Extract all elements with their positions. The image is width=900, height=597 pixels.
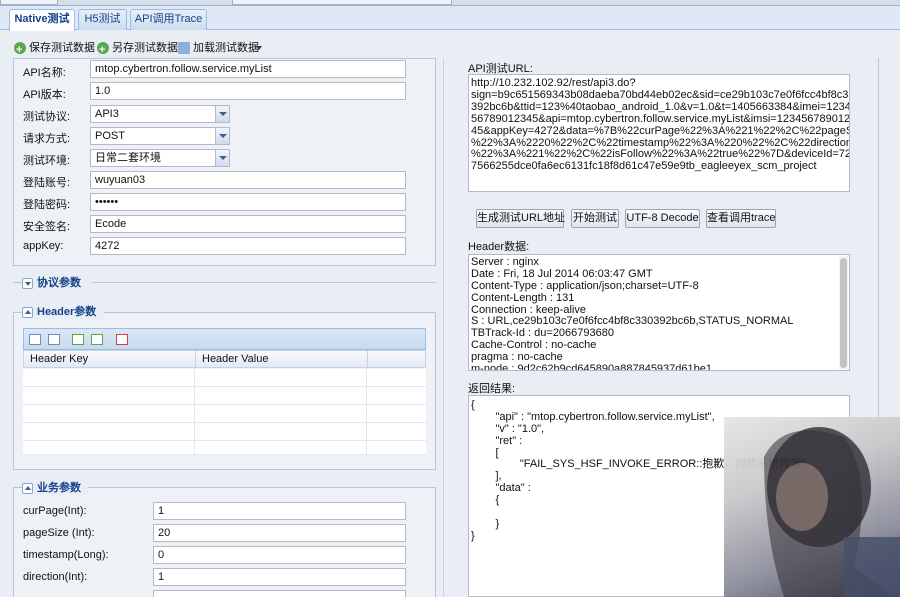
protocol-params-legend[interactable]: 协议参数 [22, 276, 92, 290]
top-tab-stub[interactable] [232, 0, 452, 5]
api-version-input[interactable]: 1.0 [90, 82, 406, 100]
api-form-panel: API名称: mtop.cybertron.follow.service.myL… [13, 58, 436, 266]
direction-label: direction(Int): [23, 571, 88, 583]
api-name-label: API名称: [23, 67, 66, 79]
password-label: 登陆密码: [23, 199, 71, 211]
pagesize-input[interactable]: 20 [153, 524, 406, 542]
scrollbar[interactable] [839, 256, 848, 369]
appkey-label: appKey: [23, 240, 64, 252]
header-data-textarea[interactable]: Server : nginx Date : Fri, 18 Jul 2014 06… [468, 254, 850, 371]
table-row[interactable] [23, 369, 426, 387]
signature-input[interactable]: Ecode [90, 215, 406, 233]
table-row[interactable] [23, 441, 426, 455]
url-line: 7566255dce0fa6ec6131fc18f8d61c47e59e9tb_… [471, 160, 817, 173]
timestamp-label: timestamp(Long): [23, 549, 109, 561]
move-up-icon[interactable] [29, 334, 41, 345]
save-as-button[interactable]: 另存测试数据 [97, 37, 183, 61]
api-name-input[interactable]: mtop.cybertron.follow.service.myList [90, 60, 406, 78]
portrait-image [764, 427, 900, 597]
column-header-key[interactable]: Header Key [24, 351, 196, 367]
tab-native[interactable]: Native测试 [9, 9, 75, 31]
header-line: m-node : 9d2c62b9cd645890a887845937d61be… [471, 363, 712, 371]
business-params-legend[interactable]: 业务参数 [22, 481, 88, 495]
env-label: 测试环境: [23, 155, 71, 167]
view-trace-button[interactable]: 查看调用trace [706, 209, 776, 228]
curpage-label: curPage(Int): [23, 505, 87, 517]
protocol-select[interactable]: API3 [90, 105, 230, 123]
start-test-button[interactable]: 开始测试 [571, 209, 619, 228]
chevron-down-icon[interactable] [215, 128, 229, 144]
account-input[interactable]: wuyuan03 [90, 171, 406, 189]
add-icon [97, 39, 109, 61]
load-button[interactable]: 加载测试数据 [178, 37, 268, 59]
timestamp-input[interactable]: 0 [153, 546, 406, 564]
protocol-label: 测试协议: [23, 111, 71, 123]
chevron-down-icon[interactable] [215, 150, 229, 166]
protocol-value: API3 [95, 108, 119, 120]
pagesize-label: pageSize (Int): [23, 527, 95, 539]
overlay-photo [724, 417, 900, 597]
env-select[interactable]: 日常二套环境 [90, 149, 230, 167]
env-value: 日常二套环境 [95, 152, 161, 164]
url-textarea[interactable]: http://10.232.102.92/rest/api3.do? sign=b… [468, 74, 850, 192]
account-label: 登陆账号: [23, 177, 71, 189]
tab-h5[interactable]: H5测试 [78, 9, 127, 30]
table-row[interactable] [23, 387, 426, 405]
table-row[interactable] [23, 405, 426, 423]
header-line: Content-Length : 131 [471, 291, 575, 304]
signature-label: 安全签名: [23, 221, 71, 233]
chevron-down-icon[interactable] [215, 106, 229, 122]
save-button[interactable]: 保存测试数据 [14, 37, 100, 61]
chevron-down-icon [256, 46, 262, 50]
header-data-label: Header数据: [468, 241, 530, 253]
insert-row-icon[interactable] [72, 334, 84, 345]
expand-icon[interactable] [22, 278, 33, 289]
move-down-icon[interactable] [48, 334, 60, 345]
curpage-input[interactable]: 1 [153, 502, 406, 520]
collapse-icon[interactable] [22, 483, 33, 494]
method-value: POST [95, 130, 125, 142]
split-divider[interactable] [443, 58, 444, 597]
column-header-value[interactable]: Header Value [196, 351, 368, 367]
table-row[interactable] [23, 423, 426, 441]
method-label: 请求方式: [23, 133, 71, 145]
generate-url-button[interactable]: 生成测试URL地址 [476, 209, 565, 228]
appkey-input[interactable]: 4272 [90, 237, 406, 255]
header-params-legend[interactable]: Header参数 [22, 305, 104, 319]
result-label: 返回结果: [468, 383, 516, 395]
delete-row-icon[interactable] [116, 334, 128, 345]
top-tab-stub[interactable] [0, 0, 58, 5]
header-line: Content-Type : application/json;charset=… [471, 279, 699, 292]
url-line: 392bc6b&ttid=123%40taobao_android_1.0&v=… [471, 100, 850, 113]
scrollbar-thumb[interactable] [840, 258, 847, 368]
url-line: 56789012345&api=mtop.cybertron.follow.se… [471, 112, 850, 125]
api-version-label: API版本: [23, 89, 66, 101]
collapse-icon[interactable] [22, 307, 33, 318]
add-icon [14, 39, 26, 61]
add-row-icon[interactable] [91, 334, 103, 345]
tab-bar: Native测试 H5测试 API调用Trace [0, 6, 900, 31]
password-input[interactable]: •••••• [90, 193, 406, 211]
header-line: Date : Fri, 18 Jul 2014 06:03:47 GMT [471, 267, 653, 280]
document-icon [178, 42, 190, 54]
header-grid-head: Header Key Header Value [23, 350, 426, 368]
url-line: 45&appKey=4272&data=%7B%22curPage%22%3A%… [471, 124, 850, 137]
direction-input[interactable]: 1 [153, 568, 406, 586]
next-field-input[interactable] [153, 590, 406, 597]
utf8-decode-button[interactable]: UTF-8 Decode [625, 209, 700, 228]
method-select[interactable]: POST [90, 127, 230, 145]
header-grid-toolbar [23, 328, 426, 350]
tab-api-trace[interactable]: API调用Trace [130, 9, 207, 30]
